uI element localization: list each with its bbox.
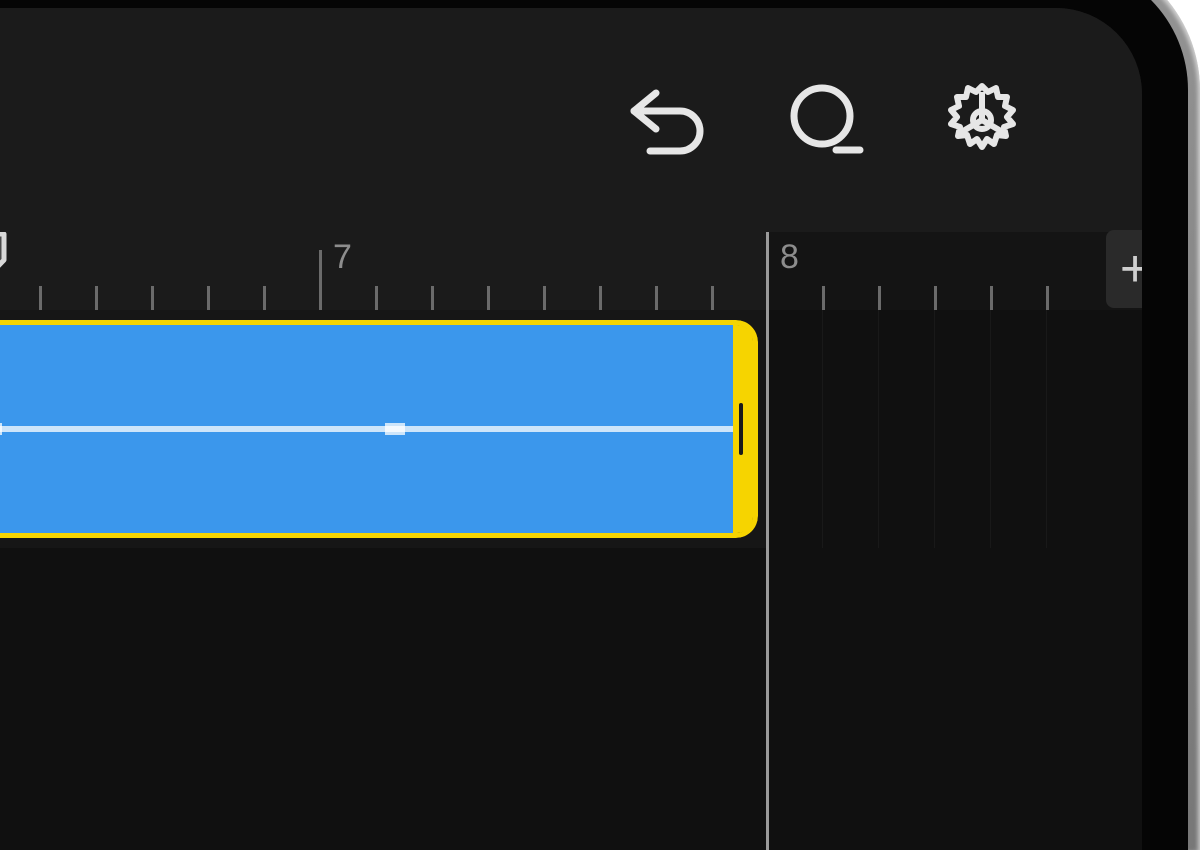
ruler-tick-minor	[487, 286, 490, 310]
ruler-tick-minor	[1046, 286, 1049, 310]
undo-button[interactable]	[626, 81, 710, 159]
ruler-tick-minor	[990, 286, 993, 310]
ruler-tick-major	[319, 250, 322, 310]
loop-browser-button[interactable]	[782, 80, 868, 160]
ruler-tick-minor	[39, 286, 42, 310]
loop-browser-icon	[782, 80, 868, 160]
ruler-tick-minor	[822, 286, 825, 310]
ruler-tick-minor	[711, 286, 714, 310]
track-gridline	[878, 310, 879, 548]
ruler-label: 8	[780, 238, 799, 277]
ruler-tick-minor	[934, 286, 937, 310]
region-trim-handle[interactable]	[733, 325, 753, 533]
ruler-tick-minor	[95, 286, 98, 310]
playhead-handle-icon	[0, 232, 8, 288]
track-gridline	[990, 310, 991, 548]
ruler-tick-minor	[599, 286, 602, 310]
ruler-tick-minor	[431, 286, 434, 310]
audio-region[interactable]	[0, 320, 758, 538]
track-gridline	[1046, 310, 1047, 548]
ruler-tick-minor	[543, 286, 546, 310]
song-end-marker[interactable]	[766, 232, 769, 850]
audio-waveform	[0, 426, 734, 432]
ruler-tick-minor	[375, 286, 378, 310]
settings-button[interactable]	[940, 78, 1024, 162]
device-frame: 7 8	[0, 0, 1200, 850]
undo-icon	[626, 81, 710, 159]
settings-gear-icon	[940, 78, 1024, 162]
ruler-tick-minor	[263, 286, 266, 310]
timeline-ruler[interactable]: 7 8	[0, 232, 1142, 310]
add-section-button[interactable]: +	[1106, 230, 1142, 308]
app-screen: 7 8	[0, 8, 1142, 850]
ruler-tick-minor	[151, 286, 154, 310]
top-toolbar	[0, 8, 1142, 232]
track-gridline	[934, 310, 935, 548]
ruler-tick-minor	[207, 286, 210, 310]
plus-icon: +	[1120, 243, 1142, 295]
ruler-tick-minor	[655, 286, 658, 310]
device-bezel: 7 8	[0, 0, 1188, 850]
ruler-label: 7	[333, 238, 352, 277]
ruler-tick-minor	[878, 286, 881, 310]
track-gridline	[822, 310, 823, 548]
